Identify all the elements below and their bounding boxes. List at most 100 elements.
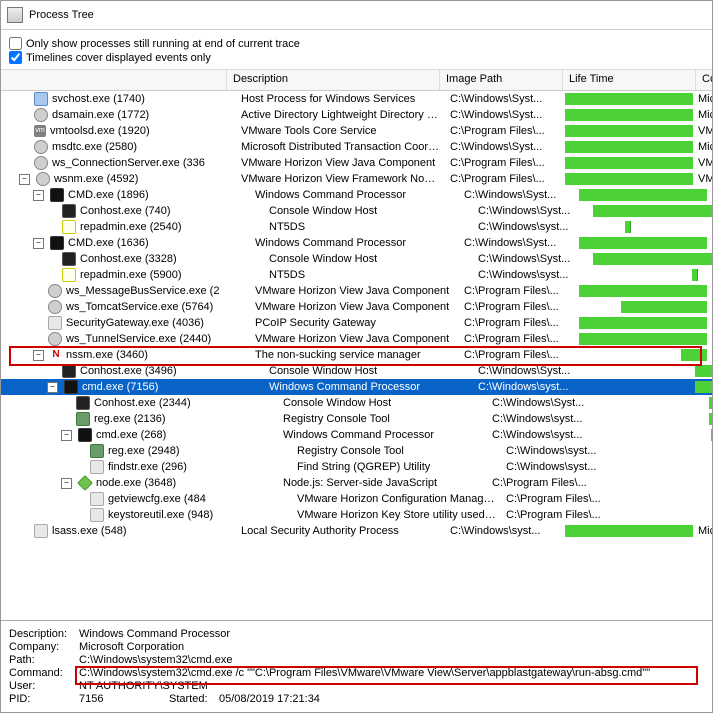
val-company: Microsoft Corporation <box>79 641 704 653</box>
process-row[interactable]: repadmin.exe (2540)NT5DSC:\Windows\syst.… <box>1 219 712 235</box>
col-description[interactable]: Description <box>227 70 440 90</box>
process-row[interactable]: Conhost.exe (3496)Console Window HostC:\… <box>1 363 712 379</box>
lifetime-bar <box>579 333 708 345</box>
cell-name[interactable]: −CMD.exe (1896) <box>1 187 251 203</box>
process-icon <box>62 252 76 266</box>
titlebar[interactable]: Process Tree <box>1 1 712 30</box>
process-row[interactable]: reg.exe (2136)Registry Console ToolC:\Wi… <box>1 411 712 427</box>
column-headers: Description Image Path Life Time Company <box>1 70 712 91</box>
process-row[interactable]: lsass.exe (548)Local Security Authority … <box>1 523 712 539</box>
process-row[interactable]: findstr.exe (296)Find String (QGREP) Uti… <box>1 459 712 475</box>
process-icon <box>34 108 48 122</box>
cell-name[interactable]: svchost.exe (1740) <box>1 91 237 107</box>
col-life-time[interactable]: Life Time <box>563 70 696 90</box>
process-row[interactable]: svchost.exe (1740)Host Process for Windo… <box>1 91 712 107</box>
cell-lifetime <box>579 299 708 315</box>
expand-toggle-icon[interactable]: − <box>61 478 72 489</box>
cell-company: VMware, Inc. <box>708 283 712 299</box>
process-name-text: Conhost.exe (3328) <box>80 251 177 267</box>
process-row[interactable]: keystoreutil.exe (948)VMware Horizon Key… <box>1 507 712 523</box>
cell-path: C:\Windows\Syst... <box>460 187 579 203</box>
process-name-text: node.exe (3648) <box>96 475 176 491</box>
cell-name[interactable]: dsamain.exe (1772) <box>1 107 237 123</box>
only-running-checkbox[interactable] <box>9 37 22 50</box>
process-name-text: msdtc.exe (2580) <box>52 139 137 155</box>
option-only-running[interactable]: Only show processes still running at end… <box>9 37 704 50</box>
process-row[interactable]: −cmd.exe (268)Windows Command ProcessorC… <box>1 427 712 443</box>
col-image-path[interactable]: Image Path <box>440 70 563 90</box>
cell-name[interactable]: repadmin.exe (5900) <box>1 267 265 283</box>
cell-description: VMware Horizon Configuration Manager ... <box>293 491 502 507</box>
cell-name[interactable]: reg.exe (2948) <box>1 443 293 459</box>
expand-toggle-icon[interactable]: − <box>19 174 30 185</box>
only-running-label: Only show processes still running at end… <box>26 38 300 50</box>
process-row[interactable]: Conhost.exe (3328)Console Window HostC:\… <box>1 251 712 267</box>
cell-path: C:\Program Files\... <box>446 123 565 139</box>
cell-name[interactable]: lsass.exe (548) <box>1 523 237 539</box>
cell-name[interactable]: −wsnm.exe (4592) <box>1 171 237 187</box>
cell-lifetime <box>621 443 712 459</box>
process-row[interactable]: ws_TomcatService.exe (5764)VMware Horizo… <box>1 299 712 315</box>
cell-name[interactable]: msdtc.exe (2580) <box>1 139 237 155</box>
cell-company: VMware, Inc. <box>708 299 712 315</box>
process-row[interactable]: getviewcfg.exe (484VMware Horizon Config… <box>1 491 712 507</box>
cell-name[interactable]: −CMD.exe (1636) <box>1 235 251 251</box>
cell-name[interactable]: reg.exe (2136) <box>1 411 279 427</box>
tree-area[interactable]: Description Image Path Life Time Company… <box>1 70 712 620</box>
process-row[interactable]: ws_ConnectionServer.exe (336VMware Horiz… <box>1 155 712 171</box>
cell-name[interactable]: findstr.exe (296) <box>1 459 293 475</box>
cell-name[interactable]: − node.exe (3648) <box>1 475 279 491</box>
process-row[interactable]: −node.exe (3648)Node.js: Server-side Jav… <box>1 475 712 491</box>
expand-toggle-icon[interactable]: − <box>61 430 72 441</box>
expand-toggle-icon[interactable]: − <box>33 350 44 361</box>
cell-description: NT5DS <box>265 267 474 283</box>
process-row[interactable]: −CMD.exe (1636)Windows Command Processor… <box>1 235 712 251</box>
cell-name[interactable]: ws_ConnectionServer.exe (336 <box>1 155 237 171</box>
process-row[interactable]: repadmin.exe (5900)NT5DSC:\Windows\syst.… <box>1 267 712 283</box>
cell-name[interactable]: Conhost.exe (3496) <box>1 363 265 379</box>
col-name[interactable] <box>1 70 227 90</box>
process-row[interactable]: −CMD.exe (1896)Windows Command Processor… <box>1 187 712 203</box>
expand-spacer <box>33 303 42 312</box>
cell-name[interactable]: Conhost.exe (740) <box>1 203 265 219</box>
process-row[interactable]: dsamain.exe (1772)Active Directory Light… <box>1 107 712 123</box>
process-row[interactable]: reg.exe (2948)Registry Console ToolC:\Wi… <box>1 443 712 459</box>
process-row[interactable]: −wsnm.exe (4592)VMware Horizon View Fram… <box>1 171 712 187</box>
process-row[interactable]: Conhost.exe (2344)Console Window HostC:\… <box>1 395 712 411</box>
cell-name[interactable]: ws_MessageBusService.exe (2 <box>1 283 251 299</box>
process-row[interactable]: vmvmtoolsd.exe (1920)VMware Tools Core S… <box>1 123 712 139</box>
cell-lifetime <box>579 331 708 347</box>
process-row[interactable]: Conhost.exe (740)Console Window HostC:\W… <box>1 203 712 219</box>
lifetime-bar <box>695 381 712 393</box>
process-row[interactable]: ws_TunnelService.exe (2440)VMware Horizo… <box>1 331 712 347</box>
process-name-text: findstr.exe (296) <box>108 459 187 475</box>
cell-name[interactable]: Conhost.exe (3328) <box>1 251 265 267</box>
process-row[interactable]: ws_MessageBusService.exe (2VMware Horizo… <box>1 283 712 299</box>
cell-lifetime <box>621 459 712 475</box>
cell-name[interactable]: ws_TunnelService.exe (2440) <box>1 331 251 347</box>
process-row[interactable]: msdtc.exe (2580)Microsoft Distributed Tr… <box>1 139 712 155</box>
timelines-checkbox[interactable] <box>9 51 22 64</box>
process-row[interactable]: −cmd.exe (7156)Windows Command Processor… <box>1 379 712 395</box>
cell-name[interactable]: −cmd.exe (268) <box>1 427 279 443</box>
expand-toggle-icon[interactable]: − <box>47 382 58 393</box>
cell-name[interactable]: Conhost.exe (2344) <box>1 395 279 411</box>
cell-name[interactable]: −cmd.exe (7156) <box>1 379 265 395</box>
cell-name[interactable]: ws_TomcatService.exe (5764) <box>1 299 251 315</box>
cell-path: C:\Windows\Syst... <box>460 235 579 251</box>
process-icon <box>34 156 48 170</box>
expand-toggle-icon[interactable]: − <box>33 190 44 201</box>
process-row[interactable]: SecurityGateway.exe (4036)PCoIP Security… <box>1 315 712 331</box>
cell-name[interactable]: keystoreutil.exe (948) <box>1 507 293 523</box>
cell-name[interactable]: repadmin.exe (2540) <box>1 219 265 235</box>
cell-name[interactable]: vmvmtoolsd.exe (1920) <box>1 123 237 139</box>
cell-name[interactable]: −Nnssm.exe (3460) <box>1 347 251 363</box>
process-row[interactable]: −Nnssm.exe (3460)The non-sucking service… <box>1 347 712 363</box>
col-company[interactable]: Company <box>696 70 712 90</box>
expand-toggle-icon[interactable]: − <box>33 238 44 249</box>
process-name-text: svchost.exe (1740) <box>52 91 145 107</box>
option-timelines[interactable]: Timelines cover displayed events only <box>9 51 704 64</box>
cell-name[interactable]: SecurityGateway.exe (4036) <box>1 315 251 331</box>
cell-name[interactable]: getviewcfg.exe (484 <box>1 491 293 507</box>
lifetime-bar <box>593 205 712 217</box>
